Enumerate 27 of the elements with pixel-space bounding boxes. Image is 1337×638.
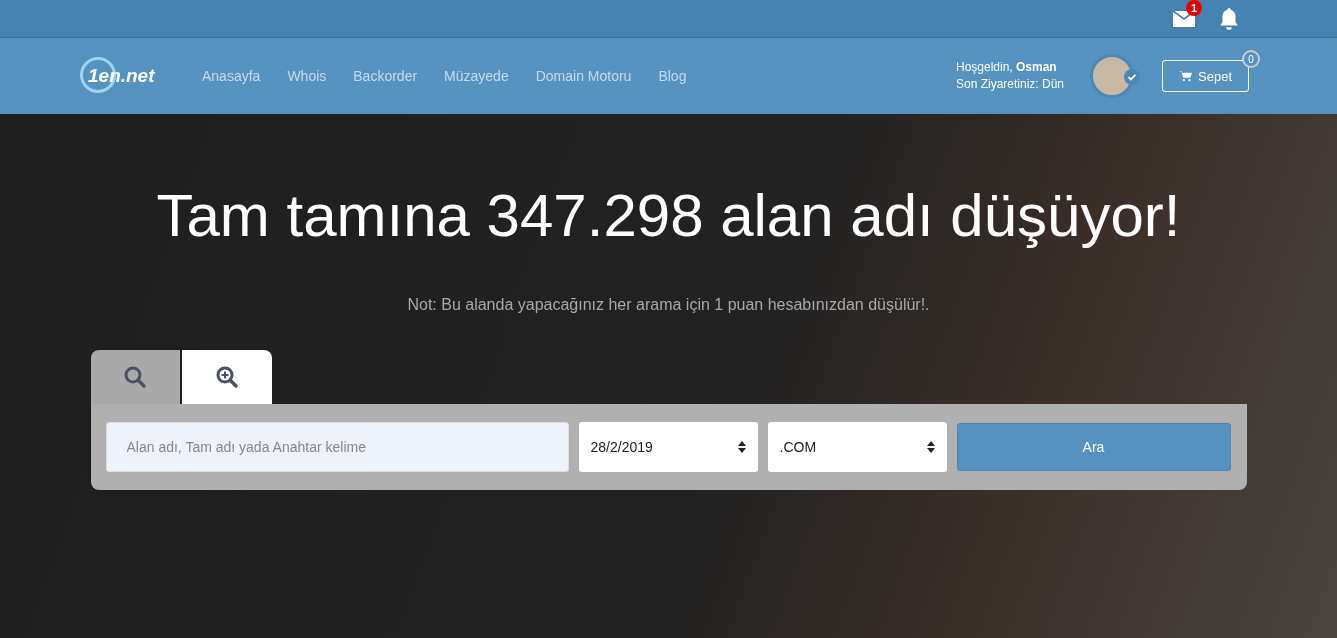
bell-icon[interactable] bbox=[1218, 6, 1240, 31]
search-tab[interactable] bbox=[181, 350, 272, 404]
search-icon bbox=[123, 365, 147, 389]
welcome-text: Hoşgeldin, Osman bbox=[955, 59, 1058, 76]
extension-select[interactable]: .COM bbox=[767, 422, 947, 472]
nav-link[interactable]: Müzayede bbox=[444, 68, 509, 84]
zoom-in-icon bbox=[214, 365, 239, 389]
hero-title: Tam tamına 347.298 alan adı düşüyor! bbox=[156, 181, 1181, 251]
sort-arrows-icon bbox=[926, 441, 935, 453]
check-icon bbox=[1124, 69, 1140, 85]
cart-icon bbox=[1179, 70, 1192, 82]
search-tab[interactable] bbox=[90, 350, 180, 404]
nav-link[interactable]: Whois bbox=[287, 68, 327, 84]
nav-link[interactable]: Blog bbox=[658, 68, 687, 84]
search-button[interactable]: Ara bbox=[956, 423, 1231, 471]
search-field[interactable]: Alan adı, Tam adı yada Anahtar kelime bbox=[105, 422, 569, 472]
nav-link[interactable]: Backorder bbox=[353, 68, 418, 84]
note-text: Not: Bu alanda yapacağınız her arama için 1 puan hesabınızdan düşülür!. bbox=[407, 296, 930, 314]
sort-arrows-icon bbox=[737, 441, 746, 453]
notification-badge: 1 bbox=[1186, 0, 1202, 16]
cart-button[interactable]: Sepet bbox=[1162, 60, 1249, 92]
date-select[interactable]: 28/2/2019 bbox=[578, 422, 758, 472]
last-visit-text: Son Ziyaretiniz: Dün bbox=[955, 76, 1064, 93]
nav-link[interactable]: Domain Motoru bbox=[535, 68, 632, 84]
nav-link[interactable]: Anasayfa bbox=[202, 68, 261, 84]
cart-count-badge: 0 bbox=[1242, 50, 1260, 68]
site-logo[interactable]: 1en.net bbox=[80, 56, 182, 96]
